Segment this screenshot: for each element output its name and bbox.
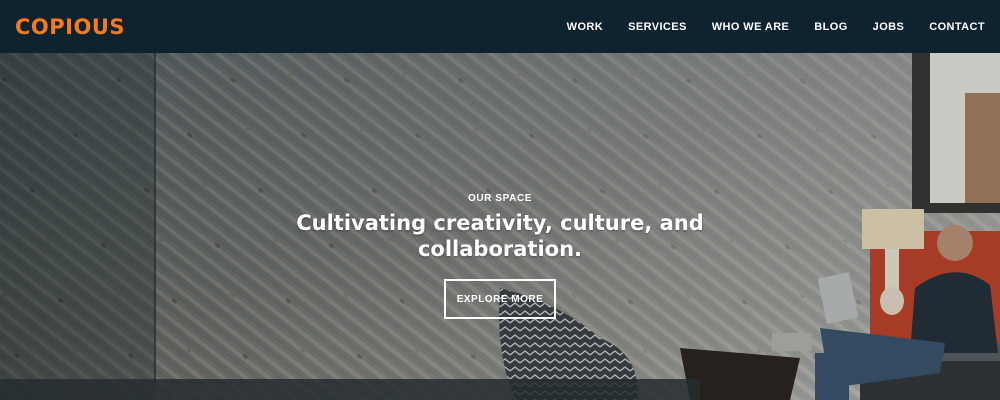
- nav-link-services[interactable]: SERVICES: [628, 21, 687, 33]
- nav-link-jobs[interactable]: JOBS: [873, 21, 905, 33]
- hero-headline: Cultivating creativity, culture, and col…: [296, 211, 704, 261]
- top-nav-bar: COPIOUS WORK SERVICES WHO WE ARE BLOG JO…: [0, 0, 1000, 53]
- hero-content: OUR SPACE Cultivating creativity, cultur…: [0, 53, 1000, 400]
- main-nav: WORK SERVICES WHO WE ARE BLOG JOBS CONTA…: [542, 21, 985, 33]
- nav-link-blog[interactable]: BLOG: [814, 21, 847, 33]
- copious-logo[interactable]: COPIOUS: [15, 15, 125, 39]
- nav-link-who-we-are[interactable]: WHO WE ARE: [712, 21, 790, 33]
- explore-more-button[interactable]: EXPLORE MORE: [444, 279, 556, 319]
- hero-kicker: OUR SPACE: [467, 193, 533, 204]
- nav-link-work[interactable]: WORK: [567, 21, 603, 33]
- nav-link-contact[interactable]: CONTACT: [929, 21, 985, 33]
